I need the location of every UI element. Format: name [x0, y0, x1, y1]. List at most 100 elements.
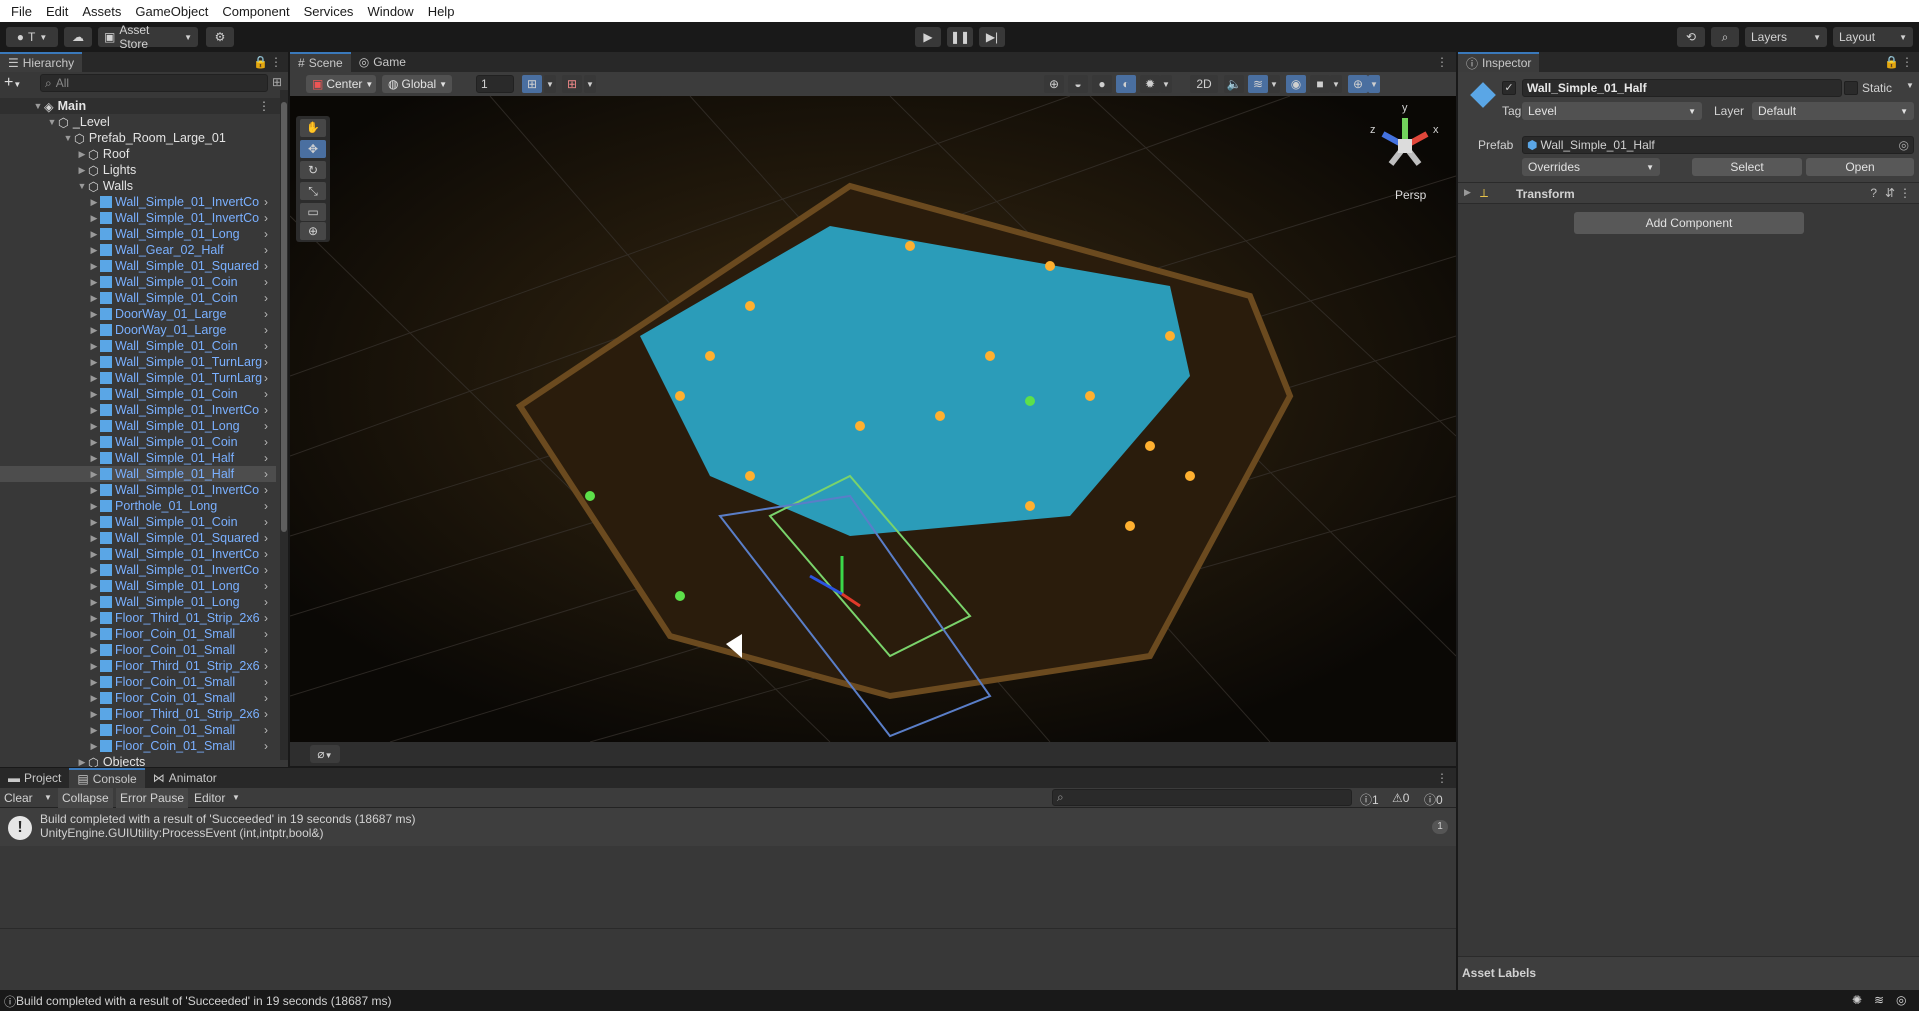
hierarchy-item-row[interactable]: ▶ Floor_Coin_01_Small ›: [0, 690, 276, 706]
menu-gameobject[interactable]: GameObject: [128, 4, 215, 19]
hierarchy-item-row[interactable]: ▶ Wall_Simple_01_Long ›: [0, 594, 276, 610]
increment-snap-button[interactable]: ⊞: [562, 75, 582, 93]
lit-button[interactable]: ◐: [1116, 75, 1136, 93]
filter-icon[interactable]: ⊞: [272, 75, 282, 89]
tab-inspector[interactable]: ⓘ Inspector: [1458, 52, 1540, 72]
expand-arrow-icon[interactable]: ▶: [76, 757, 88, 768]
expand-arrow-icon[interactable]: ▶: [88, 405, 100, 416]
expand-arrow-icon[interactable]: ▶: [88, 325, 100, 336]
grid-snap-button[interactable]: ⊞: [522, 75, 542, 93]
hierarchy-item-row[interactable]: ▶ Wall_Simple_01_Squared ›: [0, 258, 276, 274]
hierarchy-item-row[interactable]: ▶ Floor_Coin_01_Small ›: [0, 722, 276, 738]
expand-arrow-icon[interactable]: ▼: [46, 117, 58, 127]
expand-arrow-icon[interactable]: ▶: [88, 309, 100, 320]
hierarchy-item-row[interactable]: ▶ Wall_Simple_01_InvertCo ›: [0, 546, 276, 562]
chevron-right-icon[interactable]: ›: [264, 275, 268, 289]
expand-arrow-icon[interactable]: ▶: [88, 261, 100, 272]
expand-arrow-icon[interactable]: ▶: [88, 549, 100, 560]
chevron-right-icon[interactable]: ›: [264, 579, 268, 593]
chevron-right-icon[interactable]: ›: [264, 387, 268, 401]
error-count-toggle[interactable]: ⓘ0: [1424, 791, 1443, 808]
chevron-right-icon[interactable]: ›: [264, 563, 268, 577]
hierarchy-item-row[interactable]: ▶ Wall_Simple_01_TurnLarg ›: [0, 354, 276, 370]
chevron-right-icon[interactable]: ›: [264, 243, 268, 257]
expand-arrow-icon[interactable]: ▶: [88, 485, 100, 496]
select-button[interactable]: Select: [1692, 158, 1802, 176]
hand-tool-button[interactable]: ✋: [300, 119, 326, 137]
hierarchy-item-row[interactable]: ▶ Floor_Coin_01_Small ›: [0, 642, 276, 658]
add-component-button[interactable]: Add Component: [1574, 212, 1804, 234]
expand-arrow-icon[interactable]: ▶: [88, 645, 100, 656]
error-pause-button[interactable]: Error Pause: [116, 788, 189, 808]
asset-store-button[interactable]: ▣ Asset Store ▼: [98, 23, 198, 51]
progress-icon[interactable]: ◎: [1896, 993, 1906, 1007]
transform-component-header[interactable]: ▶ ⟂ Transform ? ⇵ ⋮: [1458, 182, 1919, 204]
chevron-right-icon[interactable]: ›: [264, 739, 268, 753]
expand-arrow-icon[interactable]: ▶: [88, 533, 100, 544]
hierarchy-item-row[interactable]: ▶ Wall_Simple_01_InvertCo ›: [0, 402, 276, 418]
active-checkbox[interactable]: ✓: [1502, 81, 1516, 95]
objects-row[interactable]: ▶ ⬡ Objects: [76, 754, 146, 768]
tab-game[interactable]: ◎ Game: [351, 52, 414, 72]
scene-viewport[interactable]: ✋ ✥ ↻ ⤡ ▭ ⊕ y x z Persp: [290, 96, 1456, 742]
expand-arrow-icon[interactable]: ▶: [76, 165, 88, 176]
hierarchy-item-row[interactable]: ▶ Wall_Simple_01_InvertCo ›: [0, 482, 276, 498]
chevron-right-icon[interactable]: ›: [264, 419, 268, 433]
expand-arrow-icon[interactable]: ▶: [88, 213, 100, 224]
chevron-right-icon[interactable]: ›: [264, 691, 268, 705]
expand-arrow-icon[interactable]: ▶: [88, 245, 100, 256]
expand-arrow-icon[interactable]: ▼: [32, 101, 44, 111]
chevron-right-icon[interactable]: ›: [264, 355, 268, 369]
expand-arrow-icon[interactable]: ▶: [88, 677, 100, 688]
expand-arrow-icon[interactable]: ▶: [88, 357, 100, 368]
kebab-menu-icon[interactable]: ⋮: [1899, 186, 1911, 200]
chevron-right-icon[interactable]: ›: [264, 627, 268, 641]
chevron-right-icon[interactable]: ›: [264, 643, 268, 657]
chevron-right-icon[interactable]: ›: [264, 515, 268, 529]
chevron-right-icon[interactable]: ›: [264, 291, 268, 305]
object-name-input[interactable]: Wall_Simple_01_Half: [1522, 79, 1842, 97]
menu-help[interactable]: Help: [421, 4, 462, 19]
chevron-right-icon[interactable]: ›: [264, 371, 268, 385]
expand-arrow-icon[interactable]: ▶: [88, 725, 100, 736]
debug-icon[interactable]: ✺: [1852, 993, 1862, 1007]
collab-button[interactable]: ⚙: [206, 27, 234, 47]
hierarchy-item-row[interactable]: ▶ Wall_Simple_01_Squared ›: [0, 530, 276, 546]
chevron-right-icon[interactable]: ›: [264, 195, 268, 209]
kebab-menu-icon[interactable]: ⋮: [1901, 55, 1913, 69]
audio-button[interactable]: 🔈: [1224, 75, 1244, 93]
layers-dropdown[interactable]: Layers ▼: [1745, 27, 1827, 47]
orientation-gizmo[interactable]: y x z Persp: [1365, 102, 1445, 206]
gizmos-button[interactable]: ⊕: [1348, 75, 1368, 93]
prefab-asset-field[interactable]: ⬢ Wall_Simple_01_Half ◎: [1522, 136, 1914, 154]
hierarchy-item-row[interactable]: ▶ Porthole_01_Long ›: [0, 498, 276, 514]
roof-row[interactable]: ▶ ⬡ Roof: [76, 146, 130, 162]
chevron-down-icon[interactable]: ▼: [1906, 81, 1914, 90]
increment-snap-dropdown[interactable]: ▼: [584, 75, 596, 93]
hierarchy-item-row[interactable]: ▶ Wall_Simple_01_Long ›: [0, 226, 276, 242]
expand-arrow-icon[interactable]: ▼: [62, 133, 74, 143]
sync-icon[interactable]: ≋: [1874, 993, 1884, 1007]
snap-increment-field[interactable]: 1: [476, 75, 514, 93]
expand-arrow-icon[interactable]: ▶: [88, 693, 100, 704]
tab-project[interactable]: ▬ Project: [0, 768, 69, 788]
pivot-dropdown[interactable]: ▣ Center ▼: [306, 75, 376, 93]
hierarchy-item-row[interactable]: ▶ Wall_Simple_01_Coin ›: [0, 386, 276, 402]
chevron-right-icon[interactable]: ›: [264, 675, 268, 689]
hierarchy-item-row[interactable]: ▶ Wall_Simple_01_Half ›: [0, 450, 276, 466]
chevron-right-icon[interactable]: ›: [264, 499, 268, 513]
hierarchy-item-row[interactable]: ▶ Wall_Simple_01_Long ›: [0, 418, 276, 434]
account-dropdown[interactable]: ● T ▼: [6, 27, 58, 47]
lock-icon[interactable]: 🔒: [1884, 55, 1899, 69]
shaded-button[interactable]: ◒: [1068, 75, 1088, 93]
target-icon[interactable]: ◎: [1899, 138, 1909, 152]
expand-arrow-icon[interactable]: ▶: [88, 661, 100, 672]
expand-arrow-icon[interactable]: ▶: [88, 437, 100, 448]
level-row[interactable]: ▼ ⬡ _Level: [46, 114, 110, 130]
expand-arrow-icon[interactable]: ▶: [88, 277, 100, 288]
chevron-right-icon[interactable]: ›: [264, 531, 268, 545]
kebab-menu-icon[interactable]: ⋮: [270, 55, 282, 69]
preset-icon[interactable]: ⇵: [1885, 186, 1895, 200]
chevron-right-icon[interactable]: ›: [264, 211, 268, 225]
hierarchy-item-row[interactable]: ▶ Wall_Simple_01_Coin ›: [0, 434, 276, 450]
